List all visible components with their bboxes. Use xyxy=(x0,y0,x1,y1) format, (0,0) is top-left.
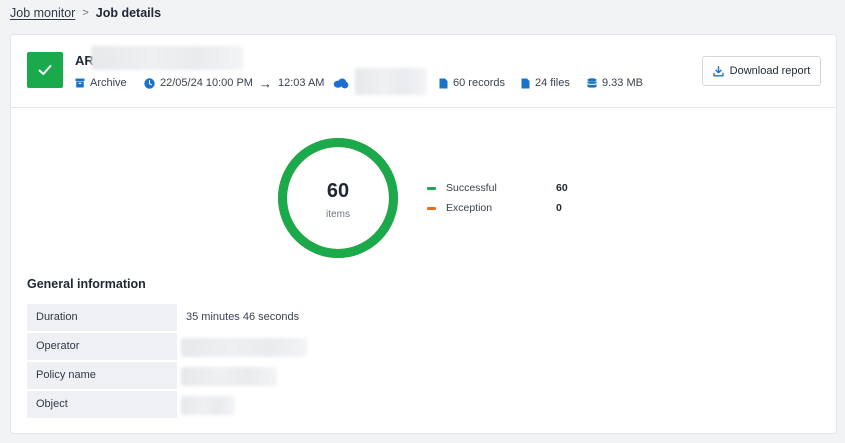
legend-successful: Successful 60 xyxy=(427,181,568,195)
breadcrumb-current: Job details xyxy=(95,6,162,20)
job-start-time: 22/05/24 10:00 PM xyxy=(160,77,253,89)
info-row-policy-name: Policy name xyxy=(27,362,327,391)
general-information-heading: General information xyxy=(27,277,146,291)
cloud-icon xyxy=(333,78,349,88)
source-object xyxy=(333,76,354,90)
legend-value: 60 xyxy=(556,182,568,194)
clock-icon xyxy=(144,77,155,89)
legend-label: Successful xyxy=(446,182,497,194)
legend-label: Exception xyxy=(446,202,493,214)
breadcrumb-job-monitor-link[interactable]: Job monitor xyxy=(10,6,75,20)
items-total: 60 xyxy=(326,180,350,202)
legend-value: 0 xyxy=(556,202,562,214)
source-name-redacted xyxy=(355,68,427,95)
exception-swatch xyxy=(427,206,436,210)
object-redacted xyxy=(181,396,235,415)
successful-swatch xyxy=(427,186,436,190)
records-count: 60 records xyxy=(453,77,505,89)
archive-icon xyxy=(75,78,85,88)
legend-exception: Exception 0 xyxy=(427,201,562,215)
job-details-card: AR Archive 22/05/24 10:00 PM → 12:03 AM xyxy=(10,34,837,434)
download-report-label: Download report xyxy=(729,65,811,77)
arrow-right-icon: → xyxy=(258,75,272,91)
items-unit: items xyxy=(326,209,350,220)
database-icon xyxy=(587,77,597,88)
operator-redacted xyxy=(181,338,307,357)
job-end-time: 12:03 AM xyxy=(277,77,325,89)
job-records: 60 records xyxy=(439,76,505,90)
file-icon xyxy=(521,78,530,88)
job-files: 24 files xyxy=(521,76,570,90)
data-size: 9.33 MB xyxy=(602,77,643,89)
job-type: Archive xyxy=(75,76,127,90)
general-information-table: Duration 35 minutes 46 seconds Operator … xyxy=(27,304,327,420)
breadcrumb: Job monitor > Job details xyxy=(10,6,161,20)
job-name-redacted xyxy=(91,46,243,70)
info-value: 35 minutes 46 seconds xyxy=(186,311,300,323)
info-label: Duration xyxy=(27,304,177,331)
info-row-object: Object xyxy=(27,391,327,420)
job-size: 9.33 MB xyxy=(587,76,643,90)
download-icon xyxy=(712,65,724,76)
check-icon xyxy=(38,65,52,75)
policy-name-redacted xyxy=(181,367,277,386)
download-report-button[interactable]: Download report xyxy=(702,56,821,86)
job-type-label: Archive xyxy=(90,77,127,89)
job-status-badge xyxy=(27,52,63,88)
info-label: Object xyxy=(27,391,177,418)
info-row-duration: Duration 35 minutes 46 seconds xyxy=(27,304,327,333)
job-time-range: 22/05/24 10:00 PM → 12:03 AM xyxy=(144,75,325,91)
files-count: 24 files xyxy=(535,77,570,89)
info-label: Policy name xyxy=(27,362,177,389)
document-icon xyxy=(439,78,448,88)
job-header: AR Archive 22/05/24 10:00 PM → 12:03 AM xyxy=(11,35,836,108)
info-label: Operator xyxy=(27,333,177,360)
breadcrumb-separator: > xyxy=(82,7,89,19)
info-row-operator: Operator xyxy=(27,333,327,362)
